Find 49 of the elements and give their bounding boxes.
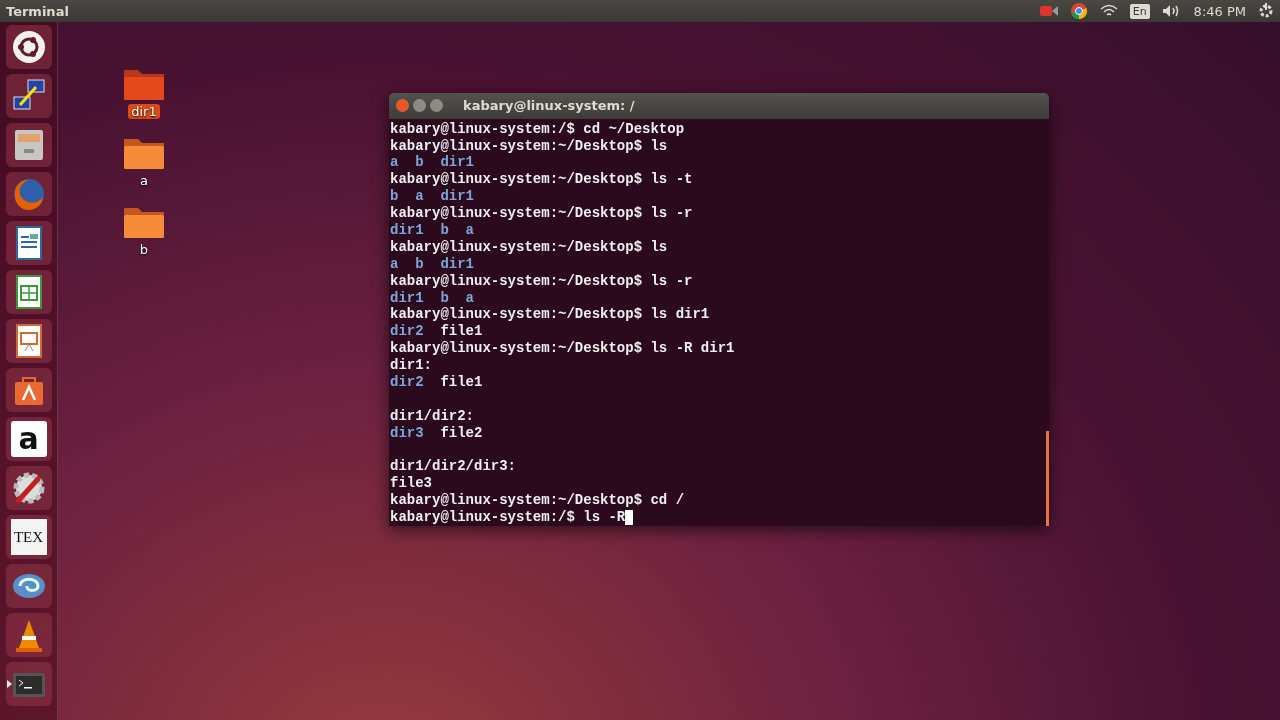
close-button[interactable] bbox=[396, 99, 409, 113]
directory-name: b bbox=[440, 289, 449, 307]
output-line: dir1/dir2/dir3: bbox=[390, 458, 517, 476]
command-line: kabary@linux-system:~/Desktop$ ls bbox=[390, 137, 668, 155]
command-line: kabary@linux-system:/$ ls -R bbox=[390, 509, 626, 526]
command-line: kabary@linux-system:~/Desktop$ ls bbox=[390, 238, 668, 256]
file-name: file3 bbox=[390, 475, 432, 493]
command-line: kabary@linux-system:~/Desktop$ ls -t bbox=[390, 171, 693, 189]
directory-name: a bbox=[465, 289, 474, 307]
directory-name: dir1 bbox=[440, 154, 474, 172]
file-name: file2 bbox=[440, 424, 483, 442]
directory-name: b bbox=[440, 221, 449, 239]
scrollbar-thumb[interactable] bbox=[1046, 431, 1049, 526]
folder-label[interactable]: dir1 bbox=[128, 104, 160, 119]
directory-name: b bbox=[415, 154, 424, 172]
window-title: kabary@linux-system: / bbox=[463, 98, 635, 114]
directory-name: dir1 bbox=[440, 255, 474, 273]
file-name: file1 bbox=[440, 374, 483, 391]
command-line: kabary@linux-system:/$ cd ~/Desktop bbox=[390, 120, 685, 138]
output-line: dir1/dir2: bbox=[390, 407, 474, 425]
video-camera-icon[interactable] bbox=[1039, 5, 1058, 17]
command-line: kabary@linux-system:~/Desktop$ ls -R dir1 bbox=[390, 340, 735, 358]
directory-name: a bbox=[465, 221, 474, 239]
command-line: kabary@linux-system:~/Desktop$ ls -r bbox=[390, 272, 693, 290]
chrome-icon[interactable] bbox=[1069, 2, 1088, 20]
directory-name: dir1 bbox=[440, 188, 474, 206]
command-line: kabary@linux-system:~/Desktop$ ls dir1 bbox=[390, 306, 710, 324]
directory-name: a bbox=[390, 154, 399, 172]
folder-label[interactable]: a bbox=[137, 173, 151, 188]
keyboard-layout-indicator[interactable]: En bbox=[1129, 3, 1150, 19]
command-line: kabary@linux-system:~/Desktop$ cd / bbox=[390, 492, 685, 510]
folder-label[interactable]: b bbox=[136, 242, 152, 257]
app-title: Terminal bbox=[6, 3, 69, 19]
directory-name: dir2 bbox=[390, 323, 424, 341]
minimize-button[interactable] bbox=[413, 99, 426, 113]
directory-name: dir1 bbox=[390, 289, 424, 307]
directory-name: dir1 bbox=[390, 221, 424, 239]
output-line: dir1: bbox=[390, 357, 432, 374]
command-line: kabary@linux-system:~/Desktop$ ls -r bbox=[390, 205, 693, 222]
clock[interactable]: 8:46 PM bbox=[1193, 3, 1246, 19]
directory-name: a bbox=[415, 188, 424, 206]
directory-name: dir3 bbox=[390, 424, 424, 442]
directory-name: dir2 bbox=[390, 374, 424, 391]
directory-name: b bbox=[415, 255, 424, 273]
file-name: file1 bbox=[440, 323, 483, 341]
directory-name: b bbox=[390, 188, 399, 206]
wifi-icon[interactable] bbox=[1099, 4, 1118, 18]
directory-name: a bbox=[390, 255, 399, 273]
maximize-button[interactable] bbox=[430, 99, 443, 113]
